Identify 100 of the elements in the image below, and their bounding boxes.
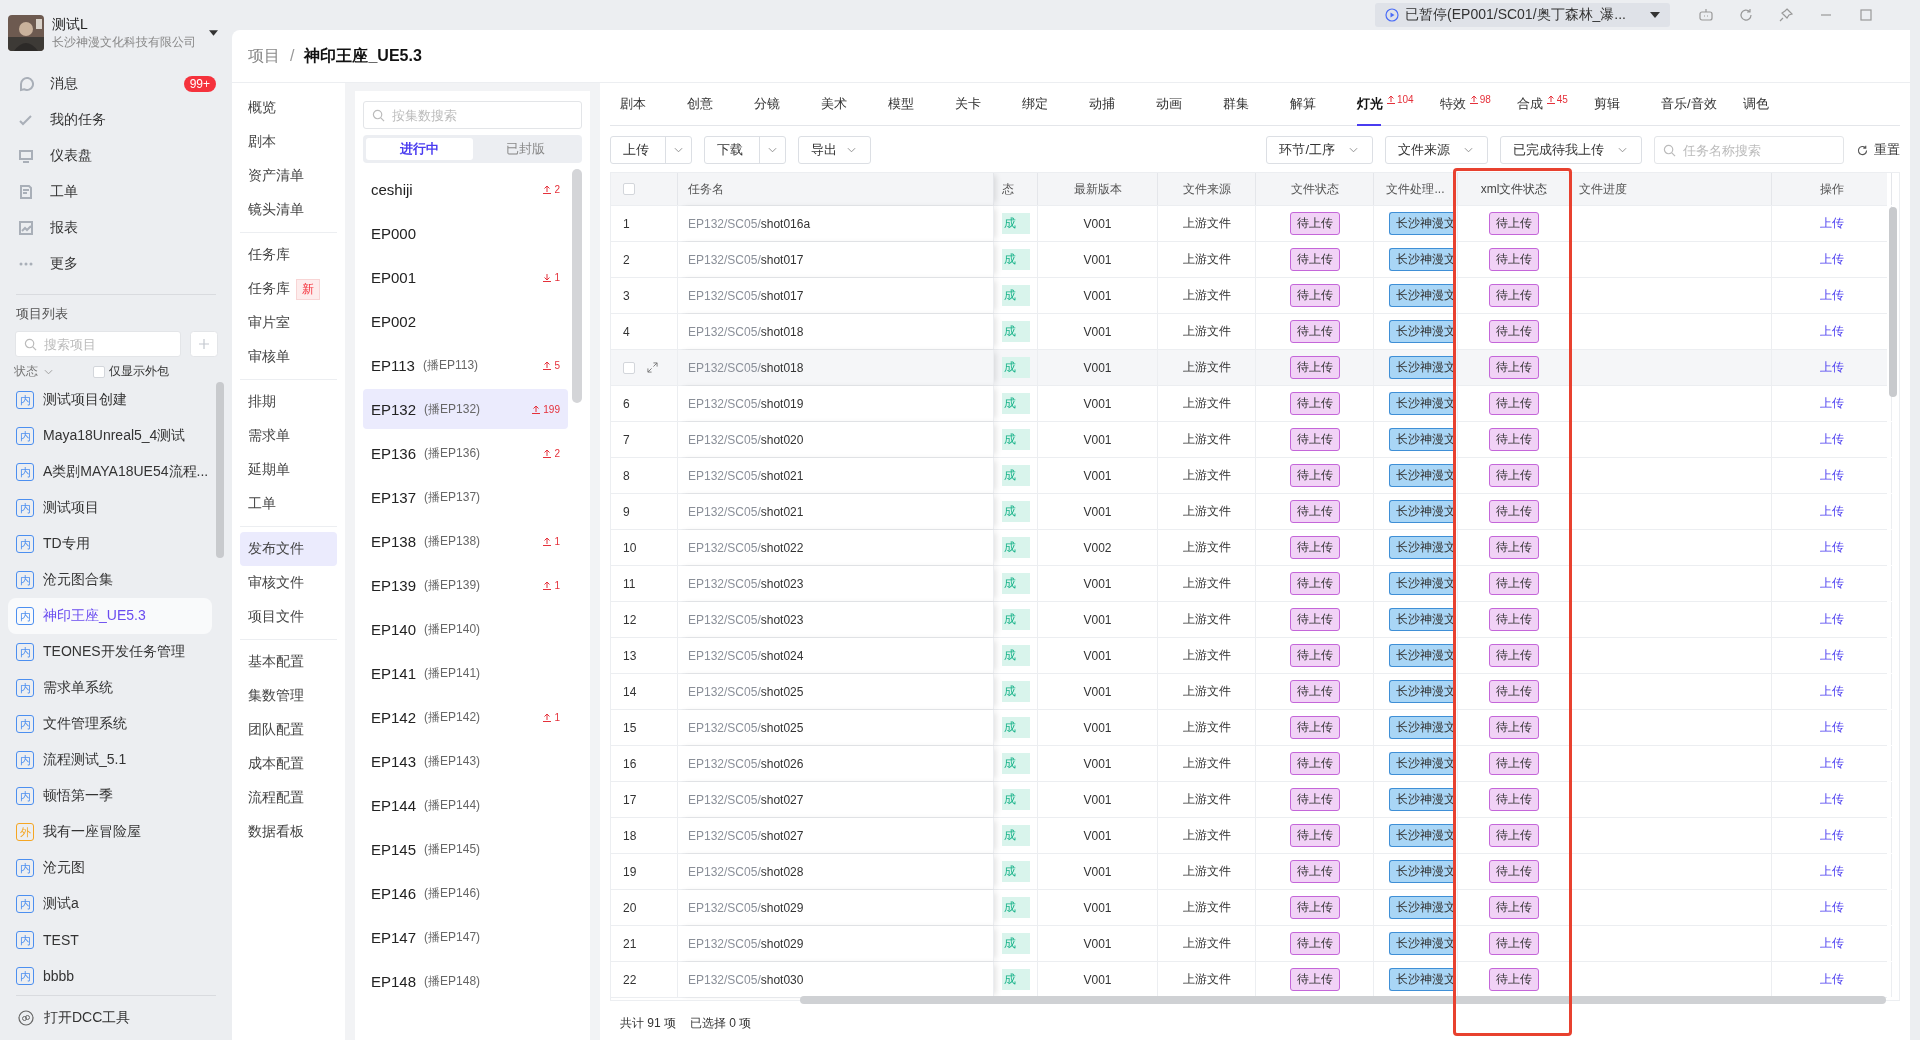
scrollbar[interactable] xyxy=(800,996,1886,1004)
menu-item[interactable]: 工单 xyxy=(240,487,337,521)
menu-item[interactable]: 审核文件 xyxy=(240,566,337,600)
project-item[interactable]: 内 TD专用 xyxy=(8,526,212,562)
menu-item[interactable]: 团队配置 xyxy=(240,713,337,747)
project-item[interactable]: 内 沧元图 xyxy=(8,850,212,886)
episode-item[interactable]: EP147 (播EP147) xyxy=(363,917,568,957)
project-item[interactable]: 内 沧元图合集 xyxy=(8,562,212,598)
stage-tab[interactable]: 解算 xyxy=(1280,83,1347,125)
upload-link[interactable]: 上传 xyxy=(1819,467,1844,484)
upload-link[interactable]: 上传 xyxy=(1819,863,1844,880)
episode-item[interactable]: EP113 (播EP113) 5 xyxy=(363,345,568,385)
episode-item[interactable]: EP142 (播EP142) 1 xyxy=(363,697,568,737)
upload-link[interactable]: 上传 xyxy=(1819,395,1844,412)
project-item[interactable]: 内 测试a xyxy=(8,886,212,922)
segment-tab[interactable]: 进行中 xyxy=(366,138,473,160)
upload-link[interactable]: 上传 xyxy=(1819,431,1844,448)
playback-status[interactable]: 已暂停(EP001/SC01/奥丁森林_瀑... xyxy=(1375,3,1670,27)
project-item[interactable]: 内 顿悟第一季 xyxy=(8,778,212,814)
nav-item[interactable]: 我的任务 xyxy=(8,102,224,138)
project-item[interactable]: 内 TEST xyxy=(8,922,212,958)
nav-item[interactable]: 消息 99+ xyxy=(8,66,224,102)
caret-icon[interactable] xyxy=(209,30,218,36)
upload-link[interactable]: 上传 xyxy=(1819,503,1844,520)
menu-item[interactable]: 数据看板 xyxy=(240,815,337,849)
project-item[interactable]: 外 我有一座冒险屋 xyxy=(8,814,212,850)
menu-item[interactable]: 延期单 xyxy=(240,453,337,487)
upload-link[interactable]: 上传 xyxy=(1819,899,1844,916)
refresh-icon[interactable] xyxy=(1738,7,1754,23)
menu-item[interactable]: 项目文件 xyxy=(240,600,337,634)
stage-tab[interactable]: 模型 xyxy=(878,83,945,125)
stage-tab[interactable]: 剪辑 xyxy=(1583,83,1651,125)
upload-link[interactable]: 上传 xyxy=(1819,359,1844,376)
episode-item[interactable]: EP145 (播EP145) xyxy=(363,829,568,869)
scrollbar[interactable] xyxy=(216,382,224,558)
menu-item[interactable]: 发布文件 xyxy=(240,532,337,566)
filter-dropdown[interactable]: 文件来源 xyxy=(1385,136,1488,164)
episode-item[interactable]: ceshiji 2 xyxy=(363,169,568,209)
status-filter[interactable]: 状态 xyxy=(14,363,38,380)
upload-link[interactable]: 上传 xyxy=(1819,323,1844,340)
menu-item[interactable]: 流程配置 xyxy=(240,781,337,815)
pin-icon[interactable] xyxy=(1778,7,1794,23)
nav-item[interactable]: 更多 xyxy=(8,246,224,282)
scrollbar[interactable] xyxy=(572,169,582,403)
upload-link[interactable]: 上传 xyxy=(1819,251,1844,268)
episode-item[interactable]: EP139 (播EP139) 1 xyxy=(363,565,568,605)
task-search-field[interactable]: 任务名称搜索 xyxy=(1654,136,1844,164)
nav-item[interactable]: 报表 xyxy=(8,210,224,246)
project-item[interactable]: 内 文件管理系统 xyxy=(8,706,212,742)
episode-item[interactable]: EP136 (播EP136) 2 xyxy=(363,433,568,473)
episode-item[interactable]: EP143 (播EP143) xyxy=(363,741,568,781)
project-item[interactable]: 内 TEONES开发任务管理 xyxy=(8,634,212,670)
dropdown-button[interactable]: 上传 xyxy=(610,136,692,164)
menu-item[interactable]: 任务库 xyxy=(240,238,337,272)
upload-link[interactable]: 上传 xyxy=(1819,539,1844,556)
stage-tab[interactable]: 剧本 xyxy=(610,83,677,125)
project-item[interactable]: 内 测试项目 xyxy=(8,490,212,526)
episode-item[interactable]: EP001 1 xyxy=(363,257,568,297)
upload-link[interactable]: 上传 xyxy=(1819,287,1844,304)
stage-tab[interactable]: 美术 xyxy=(811,83,878,125)
menu-item[interactable]: 成本配置 xyxy=(240,747,337,781)
upload-link[interactable]: 上传 xyxy=(1819,971,1844,988)
menu-item[interactable]: 剧本 xyxy=(240,125,337,159)
episode-search-field[interactable]: 按集数搜索 xyxy=(363,101,582,129)
menu-item[interactable]: 需求单 xyxy=(240,419,337,453)
project-item[interactable]: 内 测试项目创建 xyxy=(8,382,212,418)
robot-icon[interactable] xyxy=(1698,7,1714,23)
upload-link[interactable]: 上传 xyxy=(1819,215,1844,232)
stage-tab[interactable]: 分镜 xyxy=(744,83,811,125)
project-search-field[interactable]: 搜索项目 xyxy=(15,331,181,357)
menu-item[interactable]: 审核单 xyxy=(240,340,337,374)
stage-tab[interactable]: 创意 xyxy=(677,83,744,125)
episode-item[interactable]: EP002 xyxy=(363,301,568,341)
stage-tab[interactable]: 关卡 xyxy=(945,83,1012,125)
upload-link[interactable]: 上传 xyxy=(1819,827,1844,844)
episode-item[interactable]: EP140 (播EP140) xyxy=(363,609,568,649)
dropdown-button[interactable]: 下载 xyxy=(704,136,786,164)
filter-dropdown[interactable]: 环节/工序 xyxy=(1266,136,1373,164)
nav-item[interactable]: 仪表盘 xyxy=(8,138,224,174)
stage-tab[interactable]: 合成 45 xyxy=(1506,83,1584,125)
upload-link[interactable]: 上传 xyxy=(1819,683,1844,700)
reset-button[interactable]: 重置 xyxy=(1856,141,1900,159)
stage-tab[interactable]: 调色 xyxy=(1732,83,1800,125)
project-item[interactable]: 内 A类剧MAYA18UE54流程... xyxy=(8,454,212,490)
upload-link[interactable]: 上传 xyxy=(1819,935,1844,952)
stage-tab[interactable]: 群集 xyxy=(1213,83,1280,125)
episode-item[interactable]: EP000 xyxy=(363,213,568,253)
menu-item[interactable]: 资产清单 xyxy=(240,159,337,193)
menu-item[interactable]: 镜头清单 xyxy=(240,193,337,227)
project-item[interactable]: 内 bbbb xyxy=(8,958,212,989)
dcc-tools-link[interactable]: 打开DCC工具 xyxy=(8,1000,224,1036)
upload-link[interactable]: 上传 xyxy=(1819,719,1844,736)
dropdown-button[interactable]: 导出 xyxy=(798,136,871,164)
episode-item[interactable]: EP132 (播EP132) 199 xyxy=(363,389,568,429)
project-item[interactable]: 内 流程测试_5.1 xyxy=(8,742,212,778)
filter-dropdown[interactable]: 已完成待我上传 xyxy=(1500,136,1642,164)
project-item[interactable]: 内 Maya18Unreal5_4测试 xyxy=(8,418,212,454)
episode-item[interactable]: EP138 (播EP138) 1 xyxy=(363,521,568,561)
episode-item[interactable]: EP148 (播EP148) xyxy=(363,961,568,1001)
add-button[interactable] xyxy=(190,331,218,357)
